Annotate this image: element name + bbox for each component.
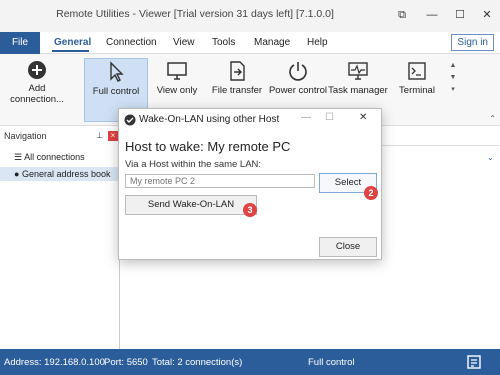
menu-bar: File General Connection View Tools Manag… bbox=[0, 32, 500, 54]
status-address: Address: 192.168.0.100 bbox=[4, 357, 105, 368]
power-icon bbox=[289, 62, 307, 81]
via-host-label: Via a Host within the same LAN: bbox=[125, 159, 262, 170]
wake-on-lan-dialog: Wake-On-LAN using other Host — ☐ ✕ Host … bbox=[118, 108, 382, 260]
pin-icon[interactable]: ⧉ bbox=[393, 6, 411, 24]
file-menu[interactable]: File bbox=[0, 32, 40, 54]
navigation-header: Navigation ⊥ × bbox=[0, 131, 120, 145]
sign-in-button[interactable]: Sign in bbox=[451, 34, 494, 51]
close-pane-icon[interactable]: × bbox=[108, 131, 118, 141]
title-bar: Remote Utilities - Viewer [Trial version… bbox=[0, 0, 500, 32]
pin-icon[interactable]: ⊥ bbox=[96, 131, 103, 140]
dialog-title: Wake-On-LAN using other Host bbox=[139, 114, 280, 125]
task-manager-icon bbox=[348, 62, 368, 80]
tab-view[interactable]: View bbox=[173, 37, 195, 48]
active-tab-indicator bbox=[52, 50, 89, 52]
status-bar: Address: 192.168.0.100 Port: 5650 Total:… bbox=[0, 349, 500, 375]
nav-item-general-address-book[interactable]: ● General address book bbox=[0, 167, 120, 181]
tab-manage[interactable]: Manage bbox=[254, 37, 290, 48]
step-badge-3: 3 bbox=[243, 203, 257, 217]
nav-item-label: General address book bbox=[21, 169, 111, 179]
task-manager-label: Task manager bbox=[328, 85, 388, 96]
tab-help[interactable]: Help bbox=[307, 37, 328, 48]
app-icon bbox=[124, 114, 136, 126]
add-connection-button[interactable]: Add connection... bbox=[6, 58, 68, 120]
collapse-ribbon-icon[interactable]: ⌃ bbox=[489, 114, 496, 123]
maximize-icon[interactable]: ☐ bbox=[325, 112, 334, 123]
notes-icon[interactable] bbox=[466, 354, 482, 370]
column-header bbox=[381, 134, 499, 146]
status-port: Port: 5650 bbox=[104, 357, 148, 368]
full-control-label: Full control bbox=[92, 86, 140, 97]
tab-connection[interactable]: Connection bbox=[106, 37, 157, 48]
address-book-icon: ● bbox=[14, 169, 22, 179]
step-badge-2: 2 bbox=[364, 186, 378, 200]
tab-tools[interactable]: Tools bbox=[212, 37, 235, 48]
terminal-icon bbox=[408, 62, 426, 80]
nav-item-label: All connections bbox=[24, 152, 85, 162]
close-button[interactable]: Close bbox=[319, 237, 377, 257]
power-control-label: Power control bbox=[268, 85, 328, 96]
nav-item-all-connections[interactable]: ☰ All connections bbox=[14, 152, 85, 163]
chevron-down-icon[interactable]: ⌄ bbox=[487, 153, 494, 162]
monitor-icon bbox=[167, 62, 187, 80]
maximize-icon[interactable]: ☐ bbox=[451, 6, 469, 24]
file-transfer-label: File transfer bbox=[211, 85, 263, 96]
plus-circle-icon bbox=[28, 61, 46, 79]
view-only-label: View only bbox=[156, 85, 198, 96]
send-wake-on-lan-button[interactable]: Send Wake-On-LAN bbox=[125, 195, 257, 215]
host-to-wake-heading: Host to wake: My remote PC bbox=[125, 139, 291, 154]
cursor-icon bbox=[110, 61, 124, 82]
window-title: Remote Utilities - Viewer [Trial version… bbox=[56, 8, 334, 20]
tab-general[interactable]: General bbox=[54, 37, 91, 48]
file-transfer-icon bbox=[230, 61, 245, 81]
dialog-title-bar: Wake-On-LAN using other Host — ☐ ✕ bbox=[119, 109, 381, 131]
terminal-button[interactable]: Terminal bbox=[392, 58, 442, 120]
status-mode: Full control bbox=[308, 357, 355, 368]
via-host-input[interactable] bbox=[125, 174, 315, 188]
add-connection-label: Add connection... bbox=[10, 83, 64, 105]
navigation-title: Navigation bbox=[4, 131, 47, 141]
close-icon[interactable]: ✕ bbox=[478, 6, 496, 24]
minimize-icon[interactable]: — bbox=[301, 112, 311, 123]
minimize-icon[interactable]: — bbox=[423, 6, 441, 24]
ribbon-scroll-arrows[interactable]: ▲ ▼ ▾ bbox=[448, 60, 458, 96]
close-icon[interactable]: ✕ bbox=[359, 112, 367, 123]
terminal-label: Terminal bbox=[399, 85, 435, 96]
list-icon: ☰ bbox=[14, 152, 25, 162]
status-total: Total: 2 connection(s) bbox=[152, 357, 243, 368]
navigation-pane: Navigation ⊥ × ☰ All connections ● Gener… bbox=[0, 131, 120, 349]
